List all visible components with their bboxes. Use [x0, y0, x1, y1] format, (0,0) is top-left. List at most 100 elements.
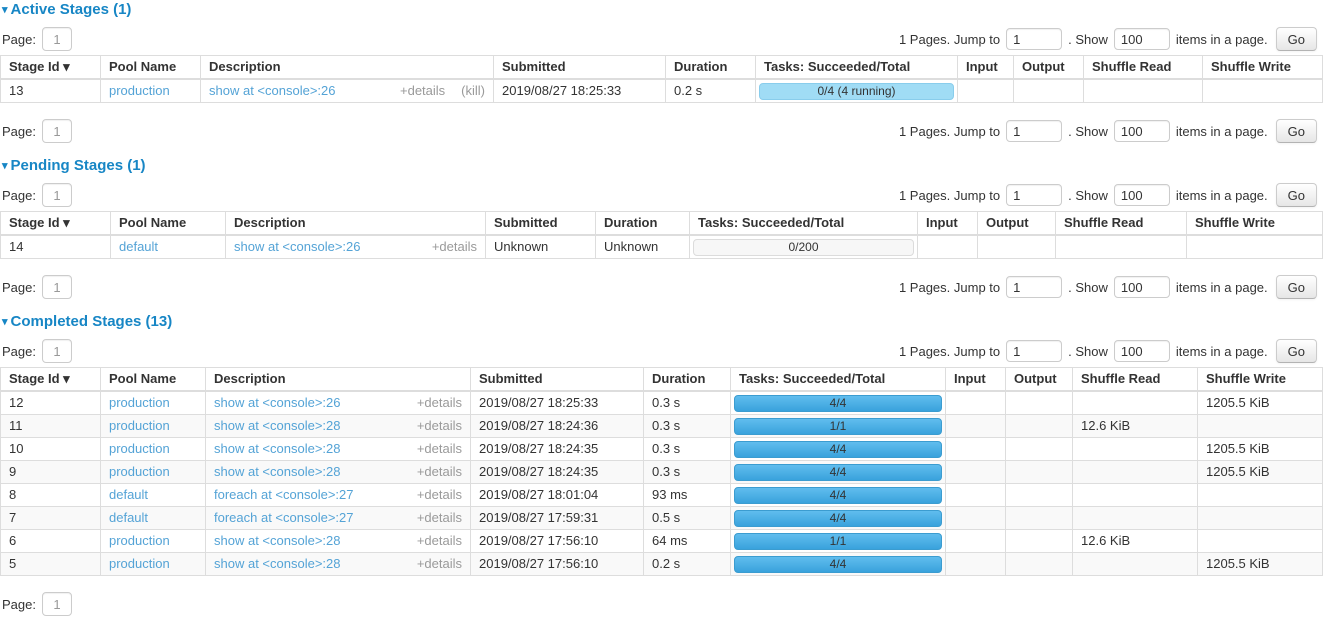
pool-name-cell: production: [101, 553, 206, 576]
page-jump-controls: 1 Pages. Jump to . Show items in a page.…: [893, 275, 1317, 299]
column-header[interactable]: Input: [946, 368, 1006, 392]
go-button[interactable]: Go: [1276, 27, 1317, 51]
column-header[interactable]: Shuffle Read: [1073, 368, 1198, 392]
stage-description-link[interactable]: foreach at <console>:27: [214, 488, 417, 502]
column-header[interactable]: Submitted: [494, 56, 666, 80]
column-header[interactable]: Output: [1014, 56, 1084, 80]
stage-description-link[interactable]: foreach at <console>:27: [214, 511, 417, 525]
progress-label: 4/4: [830, 488, 847, 502]
pool-name-link[interactable]: default: [109, 510, 148, 525]
column-header[interactable]: Input: [958, 56, 1014, 80]
page-number-input[interactable]: [42, 27, 72, 51]
column-header[interactable]: Pool Name: [101, 56, 201, 80]
column-header[interactable]: Output: [1006, 368, 1073, 392]
page-size-input[interactable]: [1114, 28, 1170, 50]
column-header[interactable]: Tasks: Succeeded/Total: [756, 56, 958, 80]
page-size-input[interactable]: [1114, 276, 1170, 298]
table-row: 9 production show at <console>:28 +detai…: [1, 461, 1323, 484]
kill-link[interactable]: (kill): [461, 84, 485, 98]
shuffle-write-cell: [1198, 507, 1323, 530]
column-header[interactable]: Description: [206, 368, 471, 392]
active-stages-title[interactable]: ▾Active Stages (1): [2, 2, 1323, 18]
completed-stages-section: ▾Completed Stages (13) Page: 1 Pages. Ju…: [0, 314, 1323, 617]
column-header[interactable]: Stage Id ▾: [1, 212, 111, 236]
page-size-input[interactable]: [1114, 120, 1170, 142]
column-header[interactable]: Submitted: [486, 212, 596, 236]
pool-name-link[interactable]: production: [109, 533, 170, 548]
column-header[interactable]: Shuffle Write: [1203, 56, 1323, 80]
column-header[interactable]: Pool Name: [101, 368, 206, 392]
pool-name-link[interactable]: production: [109, 83, 170, 98]
pool-name-link[interactable]: production: [109, 418, 170, 433]
page-number-input[interactable]: [42, 119, 72, 143]
jump-to-page-input[interactable]: [1006, 276, 1062, 298]
pool-name-link[interactable]: default: [119, 239, 158, 254]
page-number-input[interactable]: [42, 275, 72, 299]
column-header[interactable]: Submitted: [471, 368, 644, 392]
stage-description-link[interactable]: show at <console>:26: [234, 240, 432, 254]
submitted-cell: 2019/08/27 18:24:35: [471, 438, 644, 461]
completed-stages-title[interactable]: ▾Completed Stages (13): [2, 314, 1323, 330]
details-toggle[interactable]: +details: [417, 511, 462, 525]
details-toggle[interactable]: +details: [400, 84, 445, 98]
details-toggle[interactable]: +details: [417, 419, 462, 433]
progress-label: 4/4: [830, 511, 847, 525]
jump-to-page-input[interactable]: [1006, 340, 1062, 362]
stage-description-link[interactable]: show at <console>:26: [209, 84, 400, 98]
column-header[interactable]: Shuffle Write: [1198, 368, 1323, 392]
column-header[interactable]: Stage Id ▾: [1, 56, 101, 80]
page-size-input[interactable]: [1114, 340, 1170, 362]
page-number-input[interactable]: [42, 339, 72, 363]
column-header[interactable]: Tasks: Succeeded/Total: [731, 368, 946, 392]
column-header[interactable]: Shuffle Read: [1056, 212, 1187, 236]
page-size-input[interactable]: [1114, 184, 1170, 206]
column-header[interactable]: Shuffle Write: [1187, 212, 1323, 236]
stage-description-link[interactable]: show at <console>:28: [214, 534, 417, 548]
tasks-progress-bar: 1/1: [734, 418, 942, 435]
pool-name-link[interactable]: production: [109, 556, 170, 571]
column-header[interactable]: Shuffle Read: [1084, 56, 1203, 80]
details-toggle[interactable]: +details: [432, 240, 477, 254]
go-button[interactable]: Go: [1276, 119, 1317, 143]
go-button[interactable]: Go: [1276, 275, 1317, 299]
column-header[interactable]: Duration: [596, 212, 690, 236]
shuffle-read-cell: [1073, 461, 1198, 484]
page-number-input[interactable]: [42, 592, 72, 616]
go-button[interactable]: Go: [1276, 183, 1317, 207]
column-header[interactable]: Stage Id ▾: [1, 368, 101, 392]
tasks-cell: 4/4: [731, 438, 946, 461]
input-cell: [946, 461, 1006, 484]
details-toggle[interactable]: +details: [417, 534, 462, 548]
pool-name-link[interactable]: production: [109, 441, 170, 456]
column-header[interactable]: Description: [226, 212, 486, 236]
pool-name-link[interactable]: production: [109, 464, 170, 479]
column-header[interactable]: Tasks: Succeeded/Total: [690, 212, 918, 236]
pool-name-link[interactable]: default: [109, 487, 148, 502]
jump-to-page-input[interactable]: [1006, 120, 1062, 142]
stage-description-link[interactable]: show at <console>:28: [214, 442, 417, 456]
stage-description-link[interactable]: show at <console>:28: [214, 465, 417, 479]
stage-description-link[interactable]: show at <console>:28: [214, 557, 417, 571]
show-label: . Show: [1068, 32, 1108, 47]
column-header[interactable]: Input: [918, 212, 978, 236]
details-toggle[interactable]: +details: [417, 465, 462, 479]
shuffle-read-cell: [1056, 235, 1187, 259]
column-header[interactable]: Duration: [644, 368, 731, 392]
pool-name-link[interactable]: production: [109, 395, 170, 410]
details-toggle[interactable]: +details: [417, 442, 462, 456]
details-toggle[interactable]: +details: [417, 488, 462, 502]
column-header[interactable]: Pool Name: [111, 212, 226, 236]
details-toggle[interactable]: +details: [417, 396, 462, 410]
stage-description-link[interactable]: show at <console>:28: [214, 419, 417, 433]
page-number-input[interactable]: [42, 183, 72, 207]
stage-description-link[interactable]: show at <console>:26: [214, 396, 417, 410]
details-toggle[interactable]: +details: [417, 557, 462, 571]
pagination-bar-bottom: Page:: [0, 591, 1323, 617]
column-header[interactable]: Output: [978, 212, 1056, 236]
jump-to-page-input[interactable]: [1006, 28, 1062, 50]
column-header[interactable]: Description: [201, 56, 494, 80]
go-button[interactable]: Go: [1276, 339, 1317, 363]
column-header[interactable]: Duration: [666, 56, 756, 80]
pending-stages-title[interactable]: ▾Pending Stages (1): [2, 158, 1323, 174]
jump-to-page-input[interactable]: [1006, 184, 1062, 206]
